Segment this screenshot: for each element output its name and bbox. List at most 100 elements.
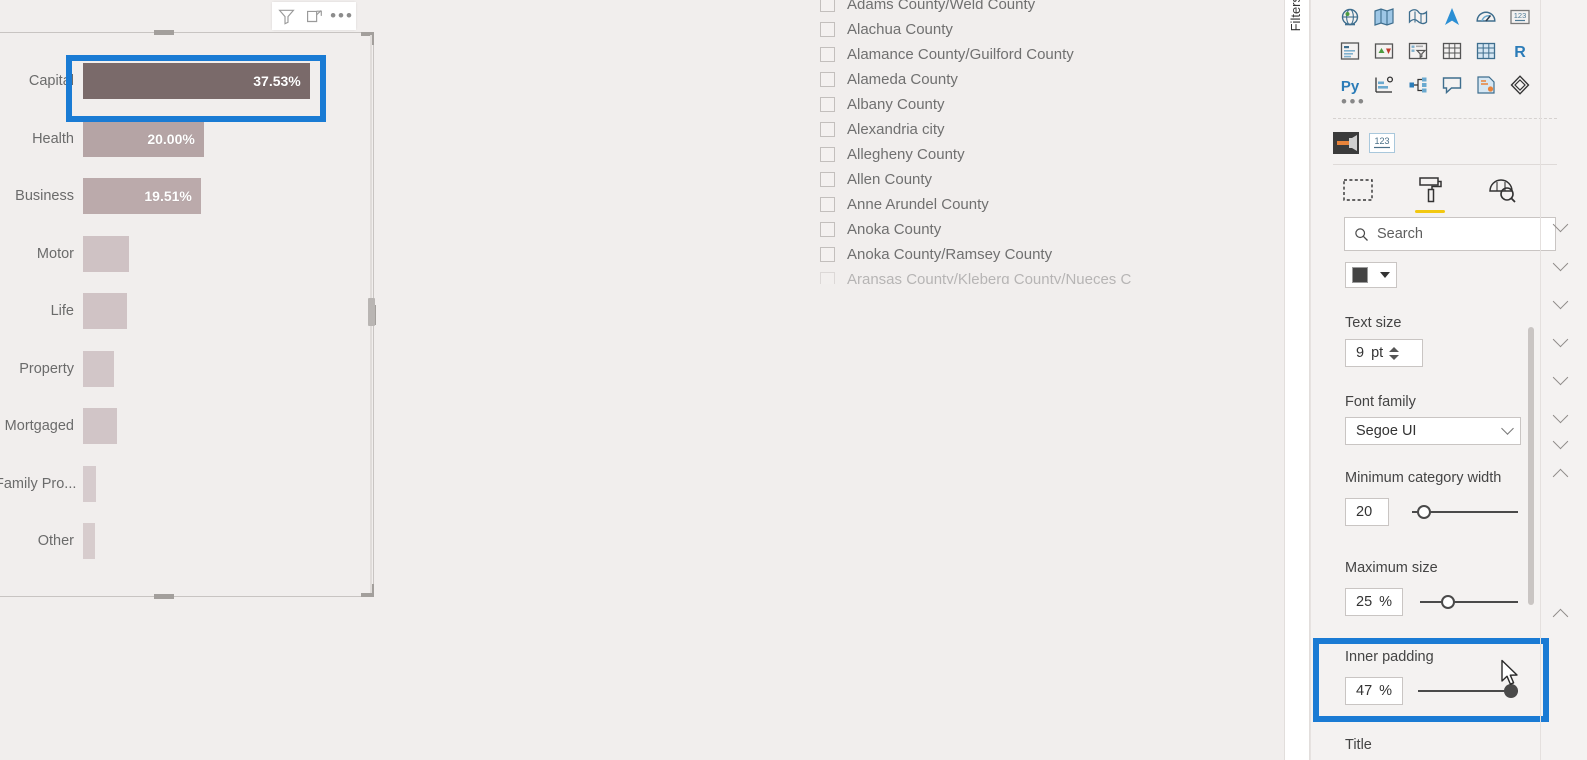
list-item[interactable]: Alameda County: [820, 67, 1270, 92]
power-apps-icon[interactable]: [1503, 68, 1537, 102]
list-item[interactable]: Alachua County: [820, 17, 1270, 42]
county-slicer-list[interactable]: Adams County/Weld County Alachua County Al…: [820, 0, 1270, 284]
analytics-tab[interactable]: [1483, 172, 1521, 208]
bar-row[interactable]: Capital 37.53%: [0, 63, 373, 99]
title-section-label: Title: [1345, 737, 1372, 753]
list-item[interactable]: Alamance County/Guilford County: [820, 42, 1270, 67]
bar-row[interactable]: Business 19.51%: [0, 178, 373, 214]
more-visuals-icon[interactable]: •••: [1341, 93, 1366, 110]
list-item[interactable]: Alexandria city: [820, 117, 1270, 142]
color-picker-dropdown[interactable]: [1345, 262, 1397, 288]
checkbox-icon[interactable]: [820, 222, 835, 237]
bar[interactable]: [83, 293, 127, 329]
bar-track: [83, 293, 373, 329]
decomposition-tree-icon[interactable]: [1401, 68, 1435, 102]
minimum-category-width-input[interactable]: 20: [1345, 498, 1389, 526]
more-options-icon[interactable]: •••: [328, 2, 356, 30]
inner-padding-slider[interactable]: [1418, 682, 1518, 700]
checkbox-icon[interactable]: [820, 247, 835, 262]
maximum-size-slider[interactable]: [1420, 593, 1518, 611]
chevron-down-icon[interactable]: [1552, 255, 1572, 277]
bar-row[interactable]: Other: [0, 523, 373, 559]
text-size-input[interactable]: 9 pt: [1345, 339, 1423, 367]
fields-tab[interactable]: [1339, 172, 1377, 208]
bar-chart-visual[interactable]: Capital 37.53% Health 20.00% Business 19.51% M…: [0, 30, 376, 599]
list-item[interactable]: Adams County/Weld County: [820, 0, 1270, 17]
chevron-up-icon[interactable]: [1552, 465, 1572, 485]
checkbox-icon[interactable]: [820, 172, 835, 187]
filled-map-icon[interactable]: [1367, 0, 1401, 34]
list-item-label: Aransas County/Kleberg County/Nueces C: [847, 271, 1132, 284]
bar-category-label: Life: [50, 303, 74, 319]
font-family-select[interactable]: Segoe UI: [1345, 417, 1521, 445]
slicer-icon[interactable]: [1401, 34, 1435, 68]
chevron-down-icon[interactable]: [1552, 369, 1572, 391]
paginated-report-icon[interactable]: [1469, 68, 1503, 102]
bar[interactable]: [83, 235, 129, 272]
chevron-down-icon[interactable]: [1552, 216, 1572, 238]
maximum-size-value: 25: [1356, 594, 1373, 610]
format-bar-icon[interactable]: [1333, 132, 1359, 154]
canvas-scrollbar-thumb[interactable]: [368, 298, 375, 326]
list-item[interactable]: Allegheny County: [820, 142, 1270, 167]
checkbox-icon[interactable]: [820, 72, 835, 87]
chevron-down-icon[interactable]: [1552, 433, 1572, 455]
maximum-size-input[interactable]: 25 %: [1345, 588, 1403, 616]
multi-row-card-icon[interactable]: [1333, 34, 1367, 68]
list-item[interactable]: Allen County: [820, 167, 1270, 192]
key-influencers-icon[interactable]: [1367, 68, 1401, 102]
arcgis-map-icon[interactable]: [1435, 0, 1469, 34]
bar[interactable]: 37.53%: [83, 63, 310, 99]
r-script-icon[interactable]: R: [1503, 34, 1537, 68]
bar-row[interactable]: Property: [0, 350, 373, 387]
minimum-category-width-slider[interactable]: [1412, 503, 1518, 521]
chevron-down-icon[interactable]: [1552, 293, 1572, 315]
focus-mode-icon[interactable]: [300, 2, 328, 30]
bar[interactable]: [83, 350, 114, 387]
bar[interactable]: [83, 408, 117, 444]
bar[interactable]: 19.51%: [83, 178, 201, 214]
list-item[interactable]: Anoka County: [820, 217, 1270, 242]
checkbox-icon[interactable]: [820, 197, 835, 212]
bar-row[interactable]: Health 20.00%: [0, 120, 373, 157]
checkbox-icon[interactable]: [820, 272, 835, 284]
chevron-down-icon[interactable]: [1552, 407, 1572, 429]
checkbox-icon[interactable]: [820, 47, 835, 62]
bar[interactable]: [83, 523, 96, 559]
list-item[interactable]: Anoka County/Ramsey County: [820, 242, 1270, 267]
list-item[interactable]: Anne Arundel County: [820, 192, 1270, 217]
smart-narrative-icon[interactable]: [1435, 68, 1469, 102]
bar-row[interactable]: Life: [0, 293, 373, 329]
inner-padding-input[interactable]: 47 %: [1345, 677, 1403, 705]
bar-row[interactable]: Motor: [0, 235, 373, 272]
checkbox-icon[interactable]: [820, 97, 835, 112]
text-size-stepper[interactable]: [1389, 346, 1400, 360]
list-item[interactable]: Aransas County/Kleberg County/Nueces C: [820, 267, 1270, 284]
gauge-icon[interactable]: [1469, 0, 1503, 34]
shape-map-icon[interactable]: [1401, 0, 1435, 34]
kpi-icon[interactable]: [1367, 34, 1401, 68]
search-input[interactable]: Search: [1344, 217, 1556, 251]
bar-row[interactable]: Mortgaged: [0, 408, 373, 444]
checkbox-icon[interactable]: [820, 122, 835, 137]
checkbox-icon[interactable]: [820, 147, 835, 162]
filter-icon[interactable]: [272, 2, 300, 30]
bar-row[interactable]: Family Pro...: [0, 465, 373, 502]
visualization-type-gallery[interactable]: 123 R Py: [1333, 0, 1541, 102]
chevron-down-icon[interactable]: [1552, 331, 1572, 353]
matrix-icon[interactable]: [1469, 34, 1503, 68]
bar[interactable]: [83, 465, 96, 502]
inner-padding-unit: %: [1379, 683, 1393, 699]
globe-map-icon[interactable]: [1333, 0, 1367, 34]
card-number-icon[interactable]: 123: [1503, 0, 1537, 34]
numeric-123-icon[interactable]: 123: [1369, 132, 1395, 154]
table-icon[interactable]: [1435, 34, 1469, 68]
filters-pane-collapsed[interactable]: Filters: [1284, 0, 1310, 760]
format-tab[interactable]: [1411, 172, 1449, 213]
chevron-up-icon[interactable]: [1552, 605, 1572, 625]
list-item[interactable]: Albany County: [820, 92, 1270, 117]
bar[interactable]: 20.00%: [83, 120, 204, 157]
checkbox-icon[interactable]: [820, 22, 835, 37]
format-pane-scrollbar-thumb[interactable]: [1528, 327, 1534, 605]
checkbox-icon[interactable]: [820, 0, 835, 12]
